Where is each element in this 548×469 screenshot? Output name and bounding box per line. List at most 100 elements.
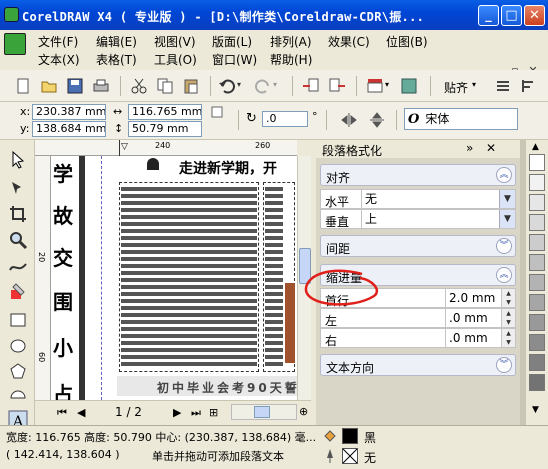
welcome-icon[interactable] (400, 77, 418, 95)
palette-swatch[interactable] (529, 234, 545, 251)
snap-dropdown-icon[interactable]: ▾ (472, 80, 476, 89)
minimize-button[interactable]: _ (478, 5, 499, 26)
copy-icon[interactable] (156, 77, 174, 95)
ellipse-tool-icon[interactable] (8, 336, 28, 356)
first-line-indent-field[interactable]: 2.0 mm (445, 289, 501, 307)
horizontal-align-select[interactable]: 无 (361, 190, 497, 208)
palette-scroll-up-icon[interactable]: ▲ (532, 142, 539, 152)
next-page-icon[interactable]: ▶ (173, 406, 181, 419)
palette-swatch[interactable] (529, 254, 545, 271)
last-page-icon[interactable]: ⏭ (191, 406, 201, 420)
right-indent-field[interactable]: .0 mm (445, 329, 501, 347)
document-icon[interactable] (4, 33, 26, 55)
export-icon[interactable] (328, 77, 346, 95)
width-field[interactable]: 116.765 mm (128, 104, 202, 120)
palette-swatch[interactable] (529, 194, 545, 211)
palette-scroll-down-icon[interactable]: ▼ (532, 405, 539, 415)
horizontal-scrollbar[interactable] (231, 404, 297, 420)
options-icon[interactable] (494, 77, 512, 95)
expand-chevron-icon[interactable]: ︾ (496, 238, 512, 254)
import-icon[interactable] (302, 77, 320, 95)
spacing-section-header[interactable]: 间距 ︾ (320, 235, 516, 257)
docker-collapse-icon[interactable]: » (466, 141, 473, 155)
rotation-field[interactable]: .0 (262, 111, 308, 127)
menu-tools[interactable]: 工具(O) (154, 51, 197, 68)
font-list-field[interactable]: O 宋体 (404, 108, 518, 130)
zoom-tool-icon[interactable] (8, 230, 28, 250)
app-launcher-icon[interactable] (366, 77, 384, 95)
collapse-chevron-icon[interactable]: ︽ (496, 167, 512, 183)
expand-chevron-icon[interactable]: ︾ (496, 357, 512, 373)
polygon-tool-icon[interactable] (8, 362, 28, 382)
menu-file[interactable]: 文件(F) (38, 33, 78, 50)
first-page-icon[interactable]: ⏮ (57, 406, 67, 420)
dropdown-arrow-icon[interactable]: ▼ (499, 210, 515, 228)
palette-swatch[interactable] (529, 334, 545, 351)
text-direction-section-header[interactable]: 文本方向 ︾ (320, 354, 516, 376)
pick-tool-icon[interactable] (8, 150, 28, 170)
close-button[interactable]: ✕ (524, 5, 545, 26)
menu-edit[interactable]: 编辑(E) (96, 33, 137, 50)
palette-swatch[interactable] (529, 314, 545, 331)
smart-fill-tool-icon[interactable] (8, 282, 28, 302)
crop-tool-icon[interactable] (8, 204, 28, 224)
add-page-icon[interactable]: ⊞ (209, 406, 218, 419)
vertical-ruler[interactable]: 20 60 (35, 156, 51, 400)
dropdown-arrow-icon[interactable]: ▼ (499, 190, 515, 208)
prev-page-icon[interactable]: ◀ (77, 406, 85, 419)
palette-swatch[interactable] (529, 274, 545, 291)
palette-swatch[interactable] (529, 154, 545, 171)
menu-view[interactable]: 视图(V) (154, 33, 196, 50)
launcher-dropdown-icon[interactable]: ▾ (385, 80, 389, 89)
print-icon[interactable] (92, 77, 110, 95)
zoom-navigator-icon[interactable]: ⊕ (299, 405, 308, 418)
align-dock-icon[interactable] (520, 77, 538, 95)
spinner-icon[interactable]: ▲ ▼ (501, 309, 515, 327)
indent-marker-icon[interactable]: ▽ (121, 142, 128, 152)
scale-lock-icon[interactable] (210, 105, 224, 119)
docker-close-icon[interactable]: ✕ (486, 141, 496, 155)
spinner-icon[interactable]: ▲ ▼ (501, 329, 515, 347)
side-text-frame[interactable] (263, 182, 295, 372)
alignment-section-header[interactable]: 对齐 ︽ (320, 164, 516, 186)
menu-table[interactable]: 表格(T) (96, 51, 137, 68)
vertical-align-select[interactable]: 上 (361, 210, 497, 228)
shape-tool-icon[interactable] (8, 178, 28, 198)
maximize-button[interactable]: □ (501, 5, 522, 26)
horizontal-scroll-thumb[interactable] (254, 406, 270, 418)
freehand-tool-icon[interactable] (8, 256, 28, 276)
snap-to-button[interactable]: 贴齐 (444, 79, 468, 96)
menu-window[interactable]: 窗口(W) (212, 51, 257, 68)
palette-swatch[interactable] (529, 214, 545, 231)
menu-help[interactable]: 帮助(H) (270, 51, 312, 68)
undo-dropdown-icon[interactable]: ▾ (237, 80, 241, 89)
mirror-horizontal-icon[interactable] (340, 111, 358, 129)
palette-swatch[interactable] (529, 354, 545, 371)
palette-swatch[interactable] (529, 294, 545, 311)
menu-layout[interactable]: 版面(L) (212, 33, 252, 50)
save-icon[interactable] (66, 77, 84, 95)
menu-arrange[interactable]: 排列(A) (270, 33, 312, 50)
x-position-field[interactable]: 230.387 mm (32, 104, 106, 120)
palette-swatch[interactable] (529, 374, 545, 391)
cut-icon[interactable] (130, 77, 148, 95)
spinner-icon[interactable]: ▲ ▼ (501, 289, 515, 307)
selected-text-frame[interactable] (119, 182, 259, 372)
paste-icon[interactable] (182, 77, 200, 95)
left-indent-field[interactable]: .0 mm (445, 309, 501, 327)
undo-icon[interactable] (218, 77, 236, 95)
horizontal-ruler[interactable]: 240 260 ▽ (35, 140, 297, 156)
palette-swatch[interactable] (529, 174, 545, 191)
y-position-field[interactable]: 138.684 mm (32, 121, 106, 137)
rectangle-tool-icon[interactable] (8, 310, 28, 330)
open-icon[interactable] (40, 77, 58, 95)
basic-shapes-tool-icon[interactable] (8, 388, 28, 408)
no-outline-swatch[interactable] (342, 448, 358, 464)
fill-color-swatch[interactable] (342, 428, 358, 444)
collapse-chevron-icon[interactable]: ︽ (496, 267, 512, 283)
menu-effects[interactable]: 效果(C) (328, 33, 370, 50)
redo-icon[interactable] (254, 77, 272, 95)
menu-text[interactable]: 文本(X) (38, 51, 80, 68)
drawing-canvas[interactable]: 学 故 交 围 小 占 走进新学期，开 初中毕业会考90天誓 (51, 156, 297, 400)
new-icon[interactable] (14, 77, 32, 95)
